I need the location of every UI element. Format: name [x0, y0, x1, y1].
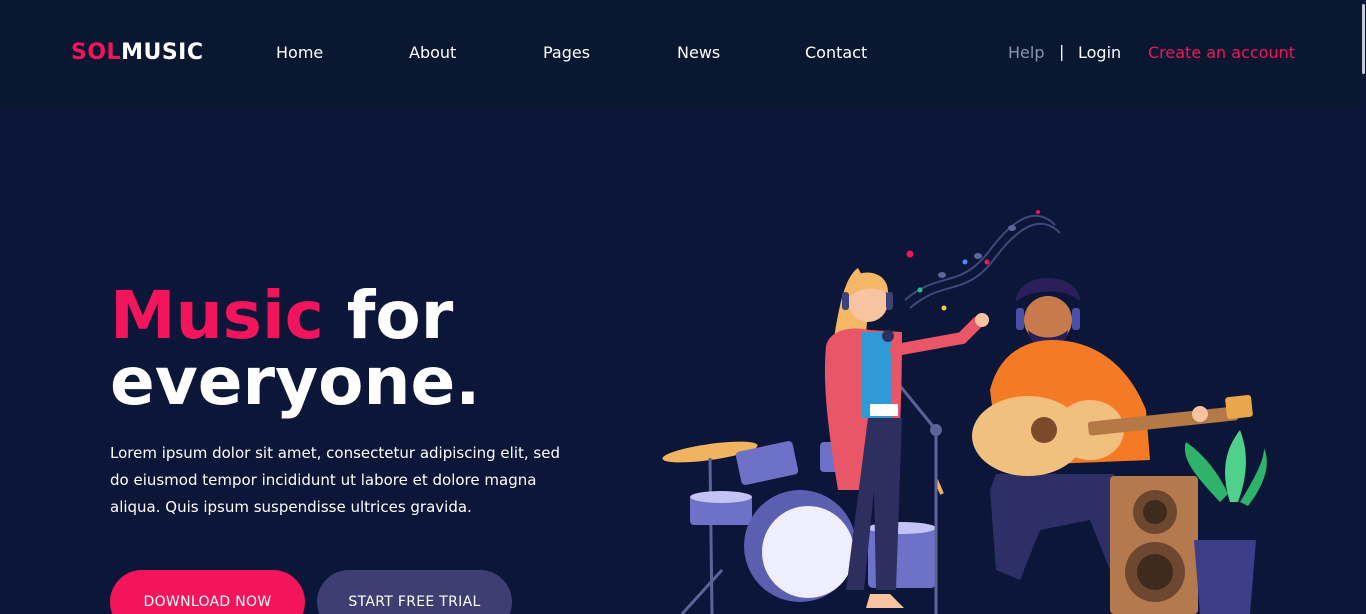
nav-item-about[interactable]: About: [409, 43, 456, 62]
nav-item-pages[interactable]: Pages: [543, 43, 590, 62]
logo-accent: SOL: [71, 40, 122, 65]
scrollbar[interactable]: [1361, 0, 1366, 614]
nav-item-contact[interactable]: Contact: [805, 43, 867, 62]
start-free-trial-button[interactable]: START FREE TRIAL: [317, 570, 512, 614]
nav-item-news[interactable]: News: [677, 43, 720, 62]
logo[interactable]: SOLMUSIC: [71, 40, 204, 65]
login-link[interactable]: Login: [1078, 43, 1121, 62]
hero-title-line-2: everyone.: [110, 343, 481, 420]
download-now-button[interactable]: DOWNLOAD NOW: [110, 570, 305, 614]
hero-description: Lorem ipsum dolor sit amet, consectetur …: [110, 444, 560, 516]
create-account-link[interactable]: Create an account: [1148, 43, 1295, 62]
scrollbar-thumb[interactable]: [1362, 4, 1365, 74]
help-link[interactable]: Help: [1008, 43, 1044, 62]
hero-illustration: [662, 210, 1267, 614]
music-notes-icon: [904, 210, 1061, 311]
hero-title: Music for everyone.: [110, 283, 480, 415]
logo-text: MUSIC: [121, 40, 204, 65]
nav-item-home[interactable]: Home: [276, 43, 323, 62]
nav-separator: |: [1059, 42, 1065, 61]
speaker-illustration: [1110, 476, 1198, 614]
top-navigation-bar: SOLMUSIC Home About Pages News Contact H…: [0, 0, 1366, 108]
